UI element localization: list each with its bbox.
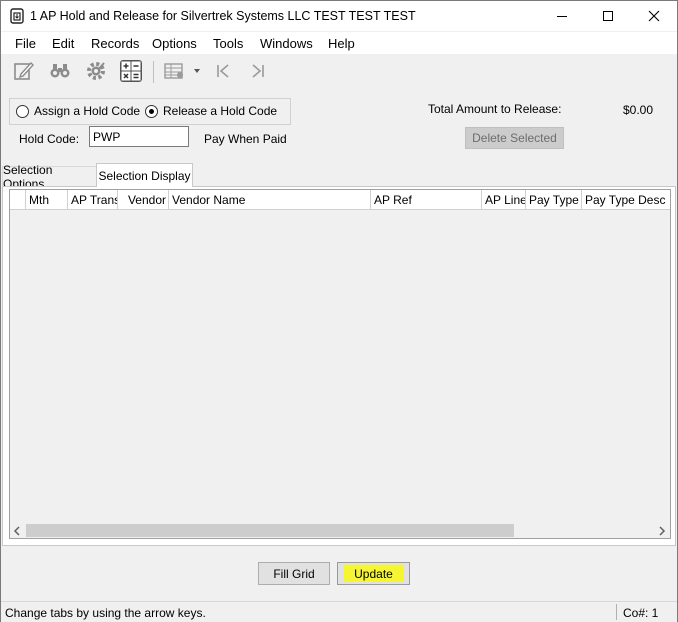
scroll-thumb[interactable]	[26, 524, 514, 537]
column-header-pay-type-desc[interactable]: Pay Type Desc	[582, 190, 670, 209]
edit-record-icon[interactable]	[11, 59, 37, 83]
assign-radio-label[interactable]: Assign a Hold Code	[34, 104, 140, 118]
menu-edit[interactable]: Edit	[52, 36, 74, 51]
menu-tools[interactable]: Tools	[213, 36, 243, 51]
grid-header: Mth AP Trans Vendor Vendor Name AP Ref A…	[10, 190, 670, 210]
app-icon	[10, 8, 24, 24]
minimize-icon	[557, 16, 567, 17]
status-bar: Change tabs by using the arrow keys. Co#…	[1, 601, 677, 622]
data-grid[interactable]: Mth AP Trans Vendor Vendor Name AP Ref A…	[9, 189, 671, 539]
status-divider	[616, 604, 617, 620]
release-radio[interactable]	[145, 105, 158, 118]
close-icon	[648, 10, 660, 22]
menu-options[interactable]: Options	[152, 36, 197, 51]
release-radio-label[interactable]: Release a Hold Code	[163, 104, 277, 118]
toolbar-separator	[153, 61, 154, 83]
column-header-vendor-name[interactable]: Vendor Name	[169, 190, 371, 209]
menu-windows[interactable]: Windows	[260, 36, 313, 51]
window-title: 1 AP Hold and Release for Silvertrek Sys…	[30, 9, 416, 23]
company-number: Co#: 1	[623, 606, 659, 620]
hold-code-label: Hold Code:	[19, 132, 80, 146]
first-record-icon[interactable]	[210, 59, 236, 83]
assign-radio[interactable]	[16, 105, 29, 118]
calculator-icon[interactable]	[118, 59, 144, 83]
app-window: 1 AP Hold and Release for Silvertrek Sys…	[0, 0, 678, 622]
dropdown-arrow-icon[interactable]	[189, 59, 205, 83]
tab-selection-display[interactable]: Selection Display	[96, 163, 193, 187]
fill-grid-button[interactable]: Fill Grid	[258, 562, 330, 585]
minimize-button[interactable]	[539, 1, 585, 31]
update-button[interactable]: Update	[337, 562, 410, 585]
maximize-button[interactable]	[585, 1, 631, 31]
menu-file[interactable]: File	[15, 36, 36, 51]
tab-selection-options[interactable]: Selection Options	[2, 163, 97, 191]
hold-mode-radio-group: Assign a Hold Code Release a Hold Code	[9, 98, 291, 125]
column-header-pay-type[interactable]: Pay Type	[526, 190, 582, 209]
maximize-icon	[603, 11, 613, 21]
settings-gear-icon[interactable]	[83, 59, 109, 83]
grid-layout-icon[interactable]	[161, 59, 187, 83]
column-header-ap-ref[interactable]: AP Ref	[371, 190, 482, 209]
column-header-mth[interactable]: Mth	[26, 190, 68, 209]
column-header-vendor[interactable]: Vendor	[118, 190, 169, 209]
horizontal-scrollbar[interactable]	[10, 523, 670, 538]
column-header-ap-line[interactable]: AP Line	[482, 190, 526, 209]
toolbar	[1, 55, 677, 87]
menu-records[interactable]: Records	[91, 36, 139, 51]
menu-bar: File Edit Records Options Tools Windows …	[1, 32, 677, 54]
scroll-right-icon[interactable]	[657, 526, 667, 536]
last-record-icon[interactable]	[245, 59, 271, 83]
close-button[interactable]	[631, 1, 677, 31]
menu-help[interactable]: Help	[328, 36, 355, 51]
column-header-ap-trans[interactable]: AP Trans	[68, 190, 118, 209]
hold-code-input[interactable]	[89, 126, 189, 147]
update-button-label: Update	[343, 565, 404, 582]
delete-selected-button[interactable]: Delete Selected	[465, 127, 564, 149]
row-selector-header[interactable]	[10, 190, 26, 209]
scroll-left-icon[interactable]	[12, 526, 22, 536]
hold-code-description: Pay When Paid	[204, 132, 287, 146]
find-binoculars-icon[interactable]	[47, 59, 73, 83]
title-bar: 1 AP Hold and Release for Silvertrek Sys…	[1, 1, 677, 31]
total-amount-value: $0.00	[623, 103, 654, 117]
total-amount-label: Total Amount to Release:	[428, 102, 562, 116]
status-message: Change tabs by using the arrow keys.	[5, 606, 206, 620]
